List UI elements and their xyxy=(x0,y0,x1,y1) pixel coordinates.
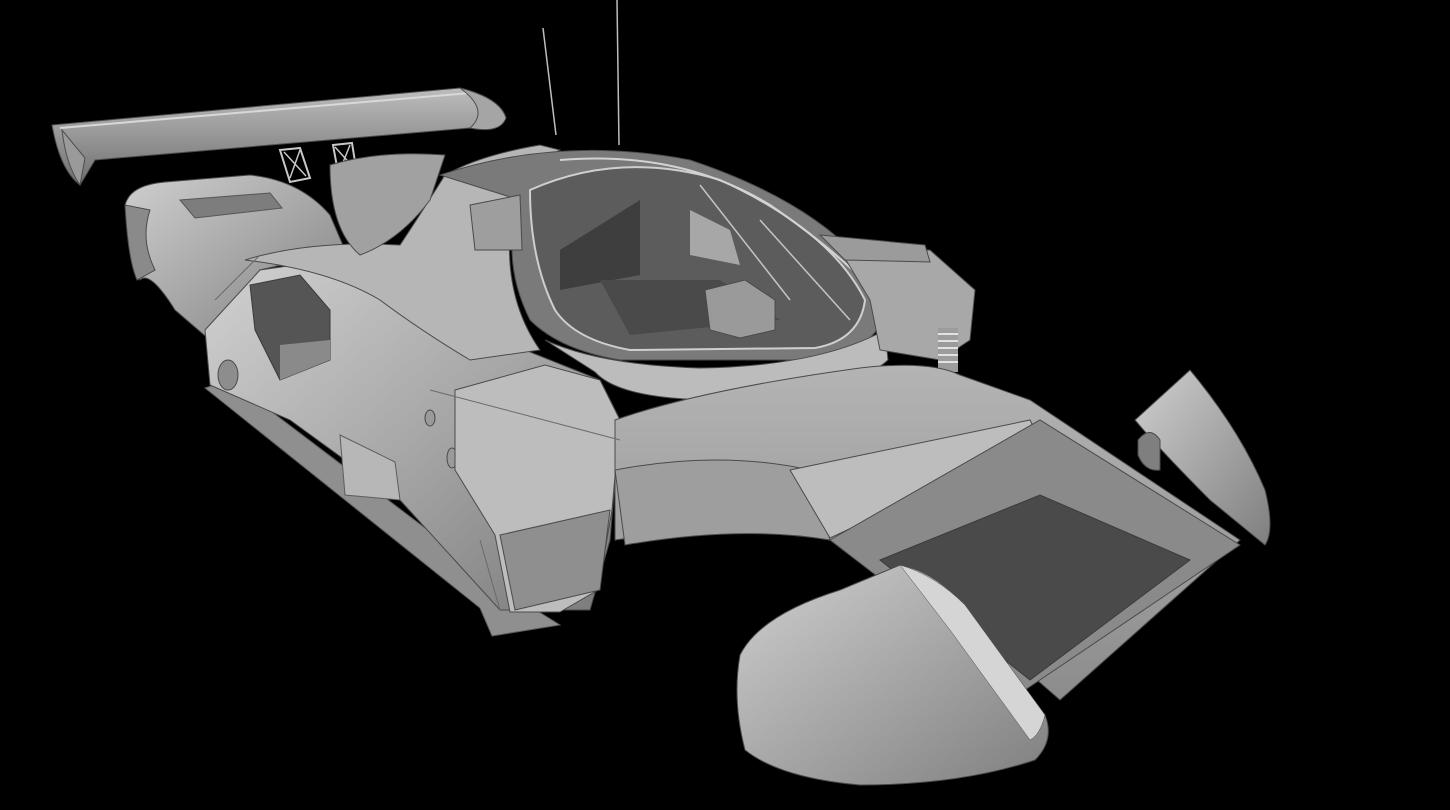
3d-viewport[interactable] xyxy=(0,0,1450,810)
antenna-right xyxy=(616,0,620,146)
race-car-model xyxy=(51,0,1271,786)
antenna-left xyxy=(542,27,557,136)
front-right-spring xyxy=(938,328,958,372)
